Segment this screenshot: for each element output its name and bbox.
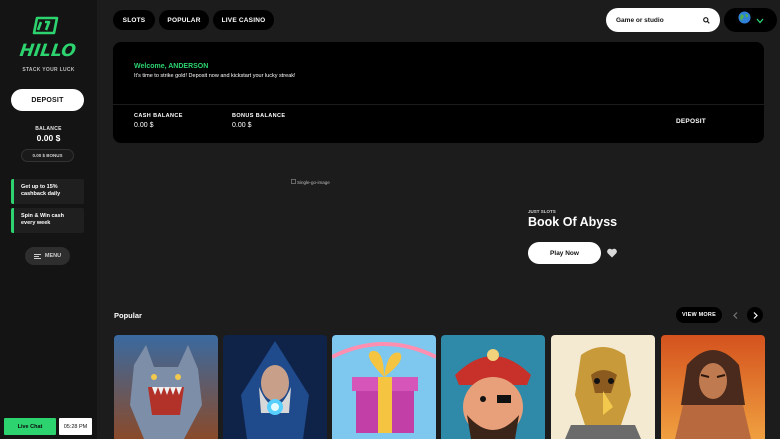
search-input[interactable]: Game or studio	[606, 8, 720, 32]
promo-line: every week	[21, 220, 51, 226]
welcome-card: Welcome, ANDERSON It's time to strike go…	[113, 42, 764, 143]
menu-label: MENU	[44, 253, 62, 259]
promo-cashback[interactable]: Get up to 15% cashback daily	[11, 179, 84, 204]
popular-section-title: Popular	[114, 311, 142, 320]
menu-button[interactable]: MENU	[25, 247, 70, 265]
menu-icon	[33, 253, 41, 259]
hero-broken-image: Single-go-image	[291, 179, 330, 185]
cash-balance-value: 0.00 $	[134, 122, 154, 129]
welcome-message: It's time to strike gold! Deposit now an…	[134, 73, 296, 79]
bonus-balance-value: 0.00 $	[232, 122, 252, 129]
sidebar-deposit-button[interactable]: DEPOSIT	[11, 89, 84, 111]
logo-text: HILLO	[18, 41, 77, 61]
tab-live-casino[interactable]: LIVE CASINO	[213, 10, 274, 30]
game-tile-wizard[interactable]	[223, 335, 327, 439]
hillo-logo[interactable]: HILLO	[17, 14, 79, 64]
bonus-badge[interactable]: 0.00 $ BONUS	[21, 149, 74, 162]
chevron-right-icon	[753, 306, 758, 324]
hero-image-alt: Single-go-image	[297, 179, 330, 185]
hero-title: Book Of Abyss	[528, 215, 618, 229]
hero-category: JUST SLOTS	[528, 209, 556, 214]
game-tile-eagle-warrior[interactable]	[551, 335, 655, 439]
carousel-next-button[interactable]	[747, 307, 763, 323]
sidebar: HILLO STACK YOUR LUCK DEPOSIT BALANCE 0.…	[0, 0, 97, 439]
clock: 05:28 PM	[59, 418, 92, 435]
tab-popular[interactable]: POPULAR	[159, 10, 209, 30]
welcome-greeting: Welcome, ANDERSON	[134, 63, 209, 70]
tagline: STACK YOUR LUCK	[22, 67, 75, 73]
promo-line: Spin & Win cash	[21, 213, 65, 219]
promo-line: Get up to 15%	[21, 184, 58, 190]
game-tile-gift-box[interactable]	[332, 335, 436, 439]
tab-slots[interactable]: SLOTS	[113, 10, 155, 30]
promo-line: cashback daily	[21, 191, 61, 197]
live-chat-button[interactable]: Live Chat	[4, 418, 56, 435]
balance-label: BALANCE	[35, 126, 62, 132]
game-tile-gladiator[interactable]	[661, 335, 765, 439]
welcome-deposit-button[interactable]: DEPOSIT	[676, 118, 706, 125]
language-selector[interactable]	[724, 8, 777, 32]
play-now-button[interactable]: Play Now	[528, 242, 601, 264]
promo-spin-win[interactable]: Spin & Win cash every week	[11, 208, 84, 233]
globe-icon	[737, 11, 751, 29]
chevron-down-icon	[756, 11, 764, 29]
chevron-left-icon	[732, 306, 738, 324]
game-tile-pirate[interactable]	[441, 335, 545, 439]
app-root: HILLO STACK YOUR LUCK DEPOSIT BALANCE 0.…	[0, 0, 780, 439]
game-tile-werewolf[interactable]	[114, 335, 218, 439]
divider	[113, 104, 764, 105]
view-more-button[interactable]: VIEW MORE	[676, 307, 722, 323]
cash-balance-label: CASH BALANCE	[134, 113, 183, 119]
bonus-balance-label: BONUS BALANCE	[232, 113, 286, 119]
balance-value: 0.00 $	[36, 133, 61, 143]
carousel-prev-button[interactable]	[727, 307, 743, 323]
heart-icon[interactable]	[606, 246, 618, 258]
search-placeholder: Game or studio	[616, 16, 664, 24]
search-icon[interactable]	[703, 11, 710, 29]
broken-image-icon	[291, 179, 296, 185]
